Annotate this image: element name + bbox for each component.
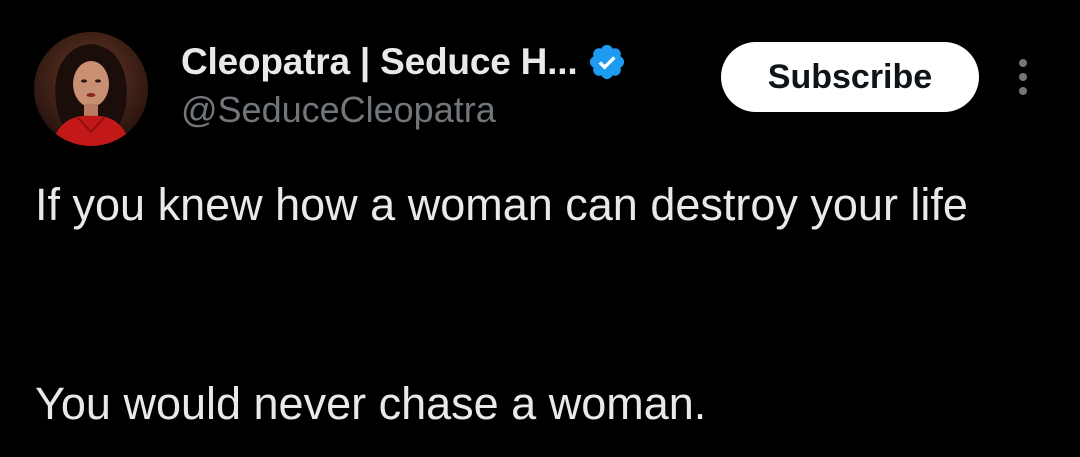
- avatar[interactable]: [34, 32, 148, 146]
- dot: [1019, 59, 1027, 67]
- dot: [1019, 73, 1027, 81]
- verified-badge-icon[interactable]: [587, 42, 627, 82]
- author-display-name[interactable]: Cleopatra | Seduce H...: [181, 41, 578, 83]
- more-options-icon[interactable]: [1008, 54, 1038, 100]
- subscribe-button[interactable]: Subscribe: [721, 42, 979, 112]
- tweet-text-paragraph-2: You would never chase a woman.: [35, 378, 707, 429]
- tweet-card[interactable]: Cleopatra | Seduce H... @SeduceCleopatra…: [0, 0, 1080, 457]
- author-handle[interactable]: @SeduceCleopatra: [181, 89, 496, 131]
- tweet-text-paragraph-1: If you knew how a woman can destroy your…: [35, 179, 968, 230]
- dot: [1019, 87, 1027, 95]
- author-name-row[interactable]: Cleopatra | Seduce H...: [181, 38, 627, 86]
- profile-photo-icon: [34, 32, 148, 146]
